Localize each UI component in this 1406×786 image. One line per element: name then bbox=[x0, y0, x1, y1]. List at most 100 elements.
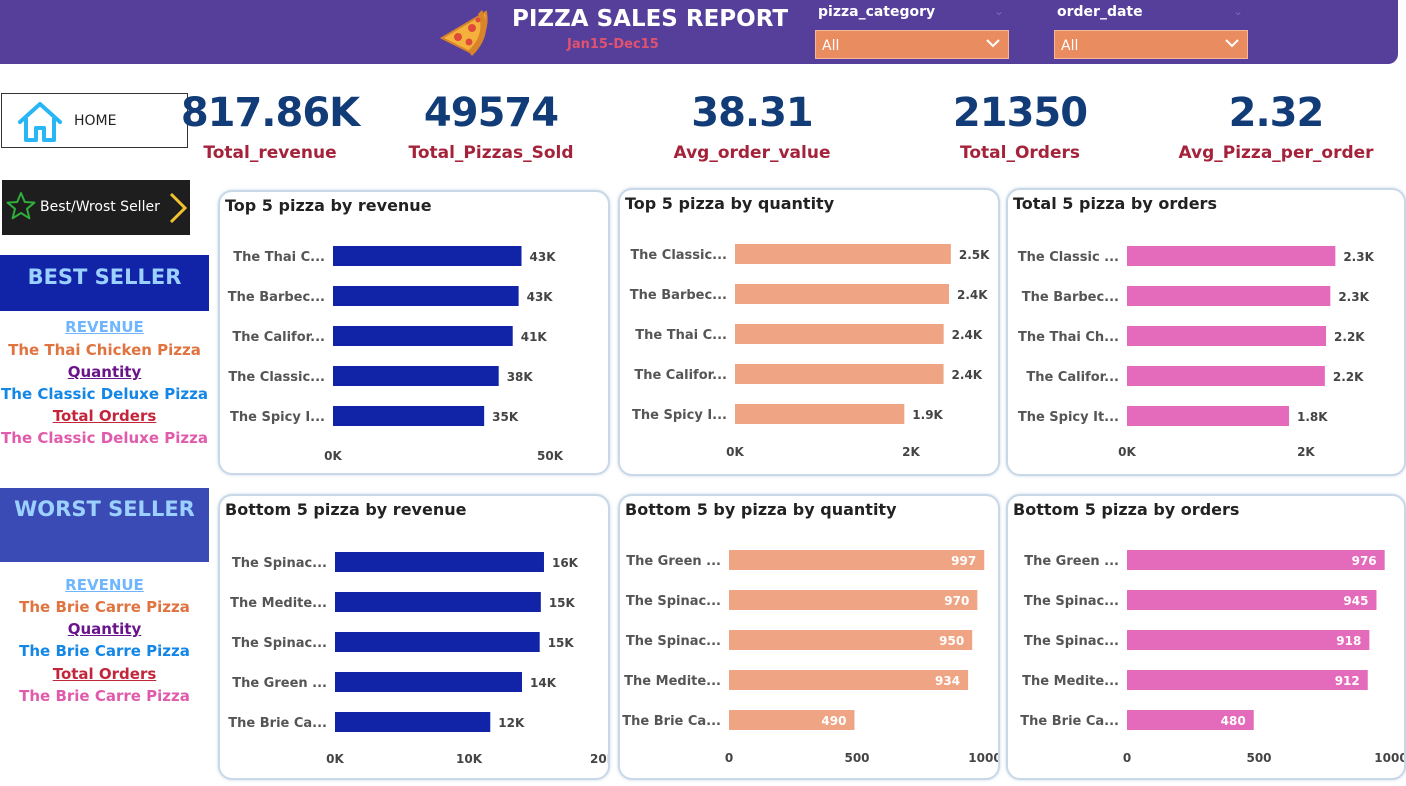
chart-title: Total 5 pizza by orders bbox=[1013, 194, 1217, 213]
chevron-down-icon[interactable]: ⌄ bbox=[994, 4, 1004, 18]
bar[interactable] bbox=[729, 670, 969, 690]
chart-top5-orders[interactable]: Total 5 pizza by orders The Classic ... 2.… bbox=[1006, 188, 1406, 476]
tick-label: 500 bbox=[844, 751, 869, 765]
data-label: 2.2K bbox=[1333, 370, 1364, 384]
data-label: 41K bbox=[521, 330, 548, 344]
category-label: The Barbec... bbox=[228, 290, 325, 305]
bar[interactable] bbox=[729, 590, 978, 610]
chart-bottom5-quantity[interactable]: Bottom 5 by pizza by quantity The Green .… bbox=[618, 494, 1000, 780]
chevron-down-icon bbox=[986, 39, 1000, 48]
tick-label: 0K bbox=[1118, 445, 1136, 459]
bar[interactable] bbox=[335, 672, 523, 692]
bar[interactable] bbox=[735, 404, 905, 424]
chart-top5-revenue[interactable]: Top 5 pizza by revenue The Thai C... 43K Th… bbox=[218, 190, 610, 475]
bar[interactable] bbox=[1127, 670, 1368, 690]
bar[interactable] bbox=[335, 552, 544, 572]
pizza-category-dropdown[interactable]: All bbox=[815, 30, 1009, 59]
worst-orders-pizza: The Brie Carre Pizza bbox=[19, 687, 190, 705]
order-date-dropdown[interactable]: All bbox=[1054, 30, 1248, 59]
bar[interactable] bbox=[735, 244, 951, 264]
chart-title: Top 5 pizza by quantity bbox=[625, 194, 835, 213]
bar[interactable] bbox=[333, 286, 519, 306]
house-icon bbox=[18, 102, 62, 142]
category-label: The Spinac... bbox=[1024, 594, 1119, 609]
bar[interactable] bbox=[335, 712, 491, 732]
data-label: 490 bbox=[821, 714, 846, 728]
chevron-down-icon bbox=[1225, 39, 1239, 48]
category-label: The Classic... bbox=[630, 248, 727, 263]
bar[interactable] bbox=[1127, 246, 1336, 266]
tick-label: 1000 bbox=[1374, 751, 1404, 765]
chart-title: Bottom 5 pizza by revenue bbox=[225, 500, 467, 519]
tick-label: 500 bbox=[1246, 751, 1271, 765]
tick-label: 0 bbox=[1123, 751, 1131, 765]
category-label: The Medite... bbox=[1022, 674, 1119, 689]
kpi-total-orders-value: 21350 bbox=[952, 90, 1088, 136]
data-label: 970 bbox=[944, 594, 969, 608]
bar[interactable] bbox=[1127, 326, 1327, 346]
data-label: 35K bbox=[492, 410, 519, 424]
best-worst-label: Best/Wrost Seller bbox=[40, 199, 160, 215]
data-label: 43K bbox=[530, 250, 557, 264]
tick-label: 0K bbox=[326, 752, 344, 766]
worst-revenue-heading: REVENUE bbox=[65, 576, 144, 594]
data-label: 934 bbox=[935, 674, 960, 688]
chart-title: Bottom 5 pizza by orders bbox=[1013, 500, 1239, 519]
chart-bottom5-revenue[interactable]: Bottom 5 pizza by revenue The Spinac... 16… bbox=[218, 494, 610, 780]
category-label: The Spinac... bbox=[232, 556, 327, 571]
chart-top5-quantity[interactable]: Top 5 pizza by quantity The Classic... 2.5… bbox=[618, 188, 1000, 476]
kpi-total-pizzas-label: Total_Pizzas_Sold bbox=[408, 143, 574, 163]
chevron-down-icon[interactable]: ⌄ bbox=[1233, 4, 1243, 18]
report-title: PIZZA SALES REPORT bbox=[512, 6, 789, 32]
kpi-total-pizzas-value: 49574 bbox=[423, 90, 559, 136]
category-label: The Thai Ch... bbox=[1018, 330, 1119, 345]
bar[interactable] bbox=[735, 364, 944, 384]
bar[interactable] bbox=[729, 630, 973, 650]
chart-svg: Total 5 pizza by orders The Classic ... 2.… bbox=[1013, 194, 1375, 459]
data-label: 2.2K bbox=[1334, 330, 1365, 344]
bar[interactable] bbox=[1127, 590, 1377, 610]
kpi-avg-pizza-value: 2.32 bbox=[1228, 90, 1325, 136]
dropdown-value: All bbox=[1061, 38, 1079, 54]
dropdown-value: All bbox=[822, 38, 840, 54]
bar[interactable] bbox=[333, 406, 485, 426]
bar[interactable] bbox=[333, 246, 522, 266]
best-orders-heading: Total Orders bbox=[52, 407, 157, 425]
category-label: The Green ... bbox=[232, 676, 327, 691]
bar[interactable] bbox=[1127, 550, 1385, 570]
tick-label: 0K bbox=[726, 445, 744, 459]
category-label: The Califor... bbox=[232, 330, 325, 345]
report-date-range: Jan15-Dec15 bbox=[567, 37, 659, 52]
tick-label: 2K bbox=[1297, 445, 1315, 459]
bar[interactable] bbox=[333, 366, 499, 386]
best-quantity-heading: Quantity bbox=[67, 363, 142, 381]
bar[interactable] bbox=[335, 592, 541, 612]
bar[interactable] bbox=[735, 284, 950, 304]
data-label: 2.4K bbox=[952, 328, 983, 342]
category-label: The Medite... bbox=[624, 674, 721, 689]
data-label: 2.3K bbox=[1338, 290, 1369, 304]
data-label: 1.8K bbox=[1297, 410, 1328, 424]
worst-quantity-heading: Quantity bbox=[67, 620, 142, 638]
bar[interactable] bbox=[735, 324, 944, 344]
kpi-avg-pizza-label: Avg_Pizza_per_order bbox=[1178, 143, 1374, 163]
tick-label: 1000 bbox=[968, 751, 998, 765]
bar[interactable] bbox=[1127, 286, 1331, 306]
chart-title: Bottom 5 by pizza by quantity bbox=[625, 500, 897, 519]
pizza-slice-icon bbox=[439, 10, 488, 56]
bar[interactable] bbox=[1127, 630, 1370, 650]
data-label: 38K bbox=[507, 370, 534, 384]
bar[interactable] bbox=[335, 632, 540, 652]
bar[interactable] bbox=[729, 550, 985, 570]
bar[interactable] bbox=[333, 326, 513, 346]
chart-bottom5-orders[interactable]: Bottom 5 pizza by orders The Green ... 976… bbox=[1006, 494, 1406, 780]
chart-svg: Bottom 5 pizza by revenue The Spinac... 16… bbox=[225, 500, 608, 766]
data-label: 480 bbox=[1221, 714, 1246, 728]
bar[interactable] bbox=[1127, 406, 1290, 426]
category-label: The Barbec... bbox=[1022, 290, 1119, 305]
data-label: 918 bbox=[1336, 634, 1361, 648]
bar[interactable] bbox=[1127, 366, 1325, 386]
category-label: The Brie Ca... bbox=[622, 714, 721, 729]
best-worst-seller-button[interactable]: Best/Wrost Seller bbox=[2, 180, 190, 235]
data-label: 950 bbox=[939, 634, 964, 648]
